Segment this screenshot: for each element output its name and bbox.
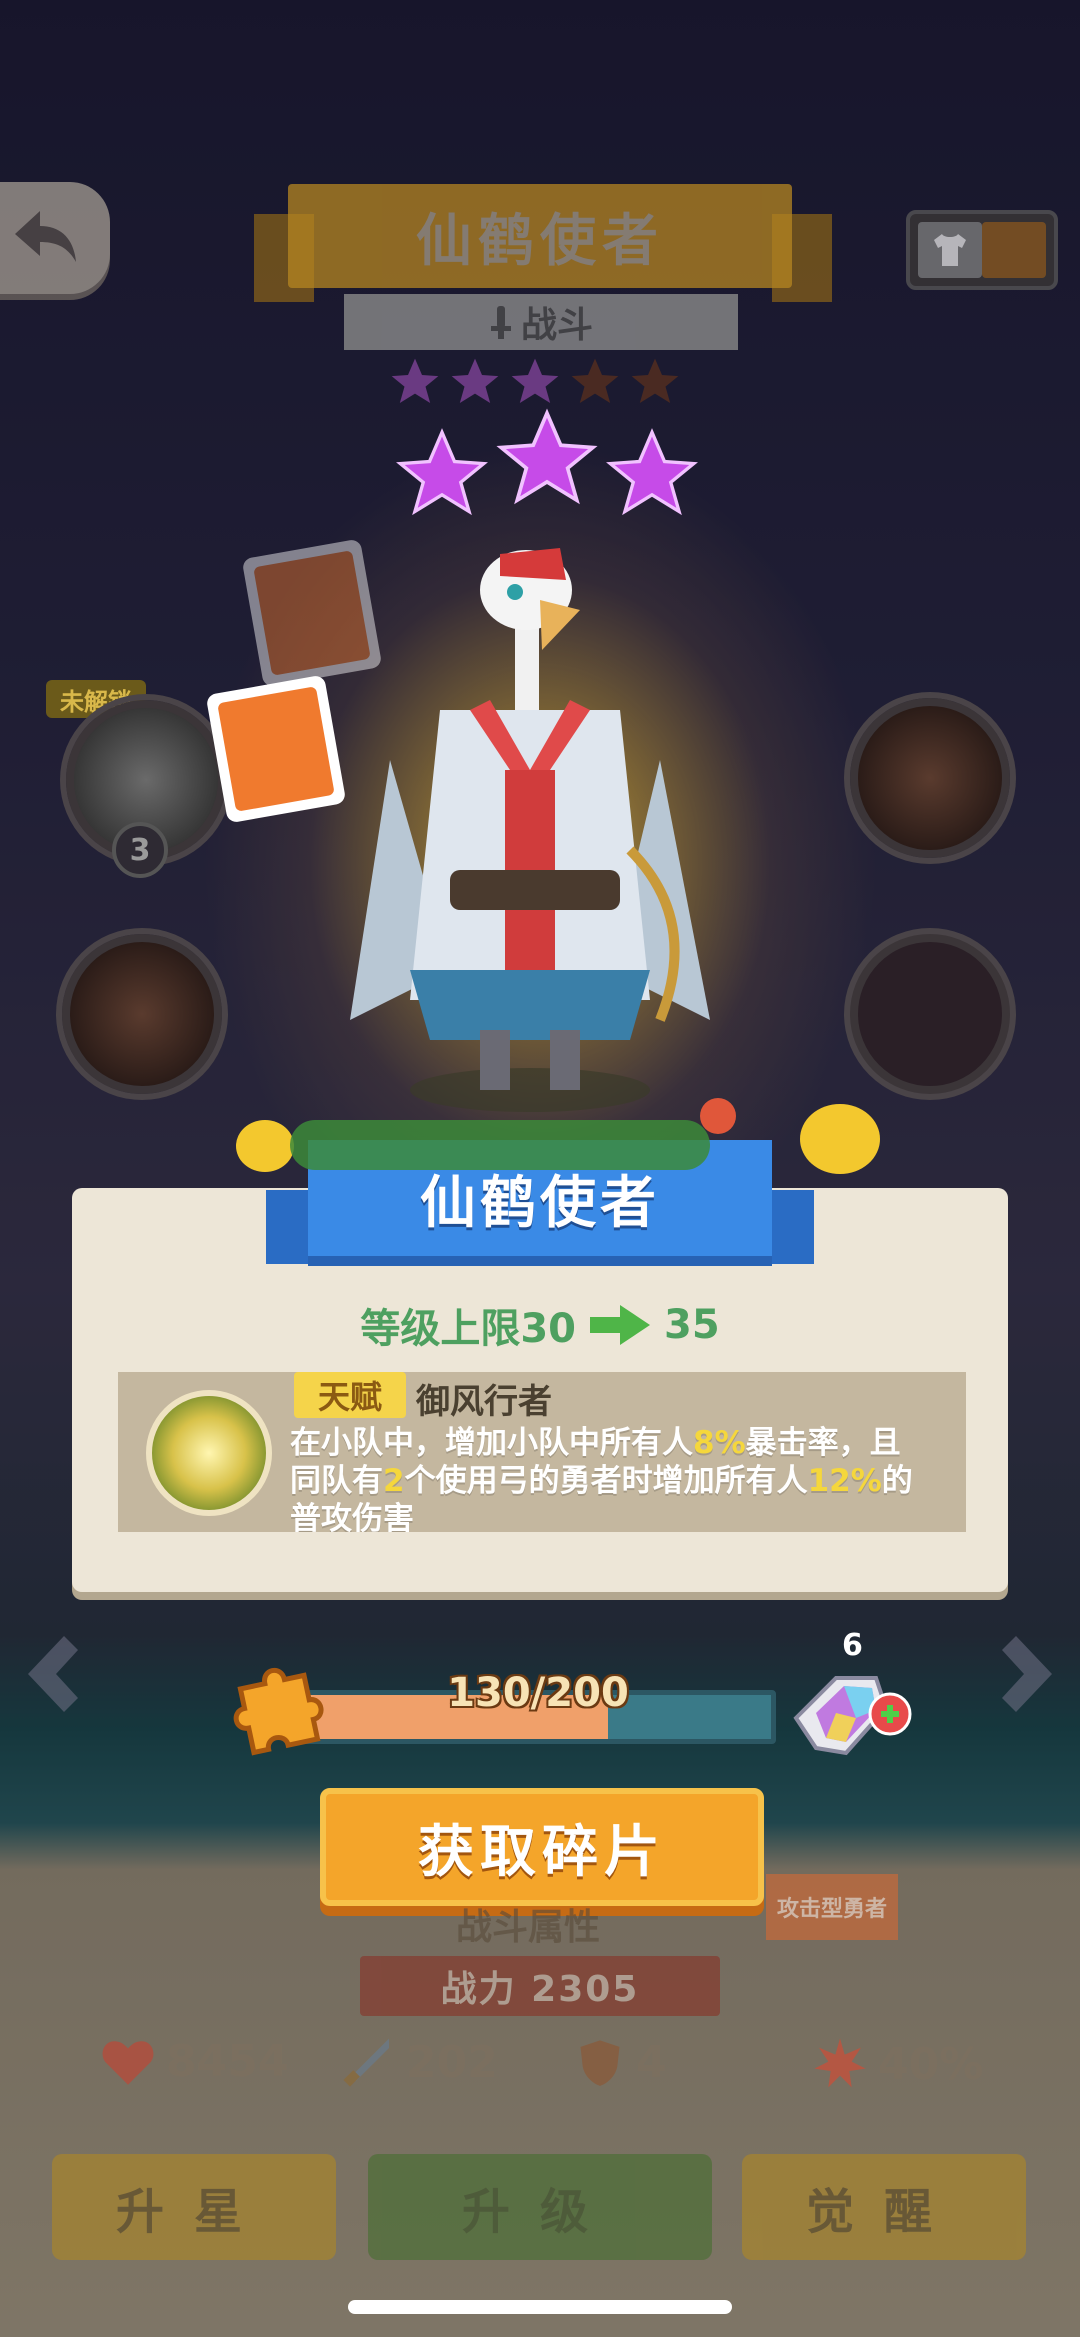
desc-text: 在小队中，增加小队中所有人	[290, 1425, 693, 1461]
star-big-icon	[606, 428, 698, 516]
talent-tag: 天赋	[294, 1372, 406, 1418]
stat-defense: 4	[574, 2036, 667, 2088]
stat-hp-value: 8454	[166, 2036, 289, 2087]
stat-crit: 40%	[812, 2036, 983, 2092]
universal-fragment-count: 6	[842, 1628, 863, 1663]
stat-hp: 8454	[100, 2036, 288, 2087]
star-filled-icon	[511, 358, 559, 403]
fragment-progress-text: 130/200	[447, 1670, 629, 1716]
desc-highlight: 2	[383, 1463, 405, 1499]
flower-decoration	[700, 1098, 736, 1134]
locked-skill-count: 3	[112, 822, 168, 878]
back-arrow-icon	[15, 211, 76, 262]
shield-icon	[580, 2040, 620, 2086]
skin-toggle-button[interactable]	[906, 210, 1058, 290]
hero-name-title: 仙鹤使者	[416, 208, 664, 274]
rank-badge	[205, 674, 347, 824]
home-indicator[interactable]	[348, 2300, 732, 2314]
star-up-button[interactable]: 升星	[52, 2154, 336, 2260]
level-up-button[interactable]: 升级	[368, 2154, 712, 2260]
leaf-decoration	[290, 1120, 710, 1170]
stat-crit-value: 40%	[878, 2038, 984, 2090]
star-rating-row	[386, 354, 684, 410]
star-filled-icon	[391, 358, 439, 403]
hero-crane-figure	[350, 548, 710, 1112]
stats-section-title: 战斗属性	[456, 1907, 601, 1948]
shirt-icon	[918, 222, 982, 278]
level-cap-new: 35	[664, 1302, 720, 1348]
stat-attack: 202	[340, 2036, 498, 2088]
arrow-right-icon	[590, 1305, 650, 1345]
sword-icon	[343, 2038, 389, 2087]
stat-defense-value: 4	[636, 2036, 667, 2088]
hero-type-tag: 攻击型勇者	[766, 1874, 898, 1940]
skin-color-swatch	[982, 222, 1046, 278]
hero-title-banner: 仙鹤使者	[288, 184, 792, 288]
star-big-icon	[396, 428, 488, 516]
sword-class-icon	[490, 306, 511, 339]
skill-slot-empty[interactable]	[850, 934, 1010, 1094]
desc-text: 个使用弓的勇者时增加所有人	[404, 1463, 808, 1499]
awaken-button[interactable]: 觉醒	[742, 2154, 1026, 2260]
flower-decoration	[800, 1104, 880, 1174]
stat-attack-value: 202	[406, 2036, 498, 2088]
star-big-icon	[496, 408, 598, 505]
star-filled-icon	[451, 358, 499, 403]
next-hero-arrow-icon[interactable]	[996, 1632, 1060, 1716]
back-button[interactable]	[0, 182, 110, 294]
combat-power-label: 战力 2305	[440, 1969, 640, 2010]
universal-fragment-icon[interactable]	[786, 1658, 916, 1768]
talent-name: 御风行者	[416, 1382, 552, 1422]
prev-hero-arrow-icon[interactable]	[20, 1632, 84, 1716]
flower-decoration	[236, 1120, 294, 1172]
star-empty-icon	[631, 358, 679, 403]
skill-slot-fire[interactable]	[850, 698, 1010, 858]
desc-highlight: 12%	[807, 1463, 882, 1499]
level-cap-row: 等级上限30 35	[72, 1296, 1008, 1354]
skill-slot-claw[interactable]	[62, 934, 222, 1094]
star-empty-icon	[571, 358, 619, 403]
talent-icon	[146, 1390, 272, 1516]
heart-icon	[102, 2040, 154, 2085]
hero-class-bar: 战斗	[344, 294, 738, 350]
crit-burst-icon	[814, 2038, 866, 2088]
level-cap-label: 等级上限30	[360, 1306, 576, 1352]
get-fragments-button[interactable]: 获取碎片	[320, 1788, 764, 1906]
hero-class-label: 战斗	[520, 305, 593, 346]
talent-description: 在小队中，增加小队中所有人8%暴击率，且同队有2个使用弓的勇者时增加所有人12%…	[290, 1424, 930, 1532]
star-upgrade-row	[392, 404, 702, 524]
combat-power-bar: 战力 2305	[360, 1956, 720, 2016]
desc-highlight: 8%	[693, 1425, 746, 1461]
